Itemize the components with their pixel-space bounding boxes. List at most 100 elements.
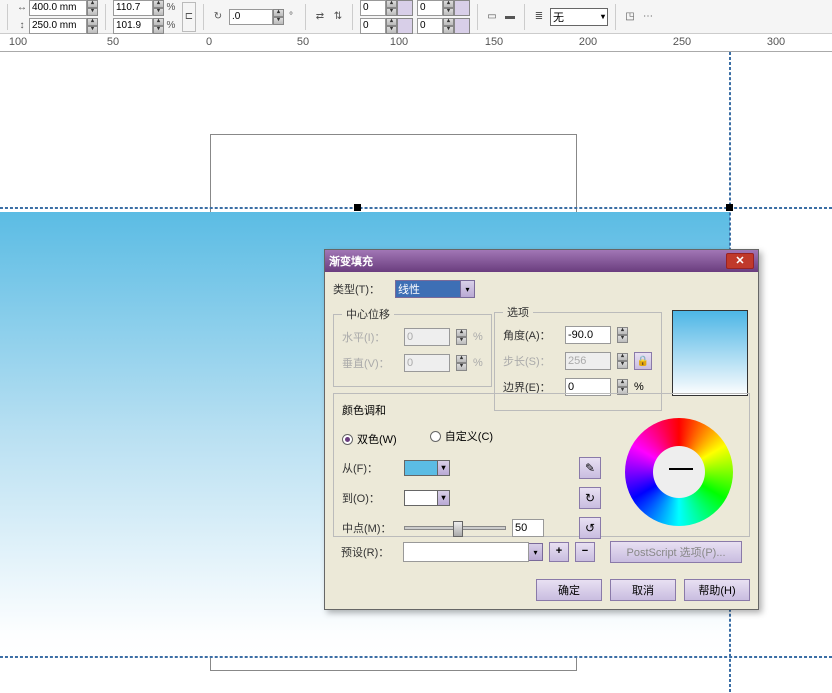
chevron-down-icon: ▾ — [438, 490, 450, 506]
width-field[interactable]: ↔ ▴▾ — [15, 0, 98, 16]
offset-b-input[interactable] — [360, 18, 386, 34]
size-group: ↔ ▴▾ ↕ ▴▾ — [15, 0, 98, 34]
dialog-titlebar[interactable]: 渐变填充 ✕ — [325, 250, 758, 272]
angle-spinner[interactable]: ▴▾ — [617, 327, 628, 343]
help-button[interactable]: 帮助(H) — [684, 579, 750, 601]
postscript-options-button[interactable]: PostScript 选项(P)... — [610, 541, 742, 563]
rotation-field[interactable]: ▴▾ ° — [229, 9, 298, 25]
height-spinner[interactable]: ▴▾ — [87, 18, 98, 34]
eyedropper-button[interactable]: ✎ — [579, 457, 601, 479]
center-offset-legend: 中心位移 — [342, 306, 394, 322]
radio-dot-icon — [430, 431, 441, 442]
type-row: 类型(T)： 线性 ▾ — [333, 280, 750, 298]
vert-spinner: ▴▾ — [456, 355, 467, 371]
from-label: 从(F)： — [342, 460, 398, 476]
dialog-body: 类型(T)： 线性 ▾ 中心位移 水平(I)： ▴▾ % 垂直(V)： ▴▾ %… — [325, 272, 758, 571]
corner-icon-d[interactable] — [454, 18, 470, 34]
step-input — [565, 352, 611, 370]
scaley-field[interactable]: ▴▾ % — [113, 18, 178, 34]
ruler-mark: 100 — [9, 36, 27, 48]
gradient-preview — [672, 310, 748, 396]
selection-handle[interactable] — [726, 204, 733, 211]
ruler-mark: 50 — [107, 36, 119, 48]
two-color-label: 双色(W) — [357, 431, 397, 447]
corner-icon-c[interactable] — [454, 0, 470, 16]
mirror-v-icon[interactable]: ⇅ — [331, 10, 345, 24]
chevron-down-icon: ▾ — [438, 460, 450, 476]
preset-value — [403, 542, 529, 562]
wrap-icon: ≣ — [532, 10, 546, 24]
percent-icon: % — [164, 1, 178, 15]
options-legend: 选项 — [503, 304, 533, 320]
rotation-spinner[interactable]: ▴▾ — [273, 9, 284, 25]
slider-thumb[interactable] — [453, 521, 463, 537]
to-front-icon[interactable]: ▭ — [485, 10, 499, 24]
mirror-h-icon[interactable]: ⇄ — [313, 10, 327, 24]
remove-preset-button[interactable]: − — [575, 542, 595, 562]
ruler-mark: 200 — [579, 36, 597, 48]
property-toolbar: ↔ ▴▾ ↕ ▴▾ ▴▾ % ▴▾ % ⊏ ↻ ▴▾ ° ⇄ ⇅ ▴▾ — [0, 0, 832, 34]
to-back-icon[interactable]: ▬ — [503, 10, 517, 24]
ruler-mark: 100 — [390, 36, 408, 48]
color-wheel[interactable] — [625, 418, 733, 526]
chevron-down-icon[interactable]: ▾ — [529, 543, 543, 561]
height-input[interactable] — [29, 18, 87, 34]
type-combo[interactable]: 线性 ▾ — [395, 280, 475, 298]
convert-icon[interactable]: ◳ — [623, 10, 637, 24]
scalex-spinner[interactable]: ▴▾ — [153, 0, 164, 16]
offset-ab: ▴▾ ▴▾ — [360, 0, 413, 34]
custom-label: 自定义(C) — [445, 428, 493, 444]
add-preset-button[interactable]: + — [549, 542, 569, 562]
to-swatch — [404, 490, 438, 506]
chevron-down-icon[interactable]: ▾ — [461, 280, 475, 298]
ok-button[interactable]: 确定 — [536, 579, 602, 601]
separator — [7, 4, 8, 30]
percent-icon: % — [164, 19, 178, 33]
height-field[interactable]: ↕ ▴▾ — [15, 18, 98, 34]
preset-combo[interactable]: ▾ — [403, 542, 543, 562]
scale-group: ▴▾ % ▴▾ % — [113, 0, 178, 34]
center-offset-group: 中心位移 水平(I)： ▴▾ % 垂直(V)： ▴▾ % — [333, 306, 492, 387]
horizontal-ruler: 100 50 0 50 100 150 200 250 300 — [0, 34, 832, 52]
selection-handle[interactable] — [354, 204, 361, 211]
path-ccw-button[interactable]: ↺ — [579, 517, 601, 539]
angle-input[interactable] — [565, 326, 611, 344]
preset-row: 预设(R)： ▾ + − PostScript 选项(P)... — [333, 537, 750, 563]
cancel-button[interactable]: 取消 — [610, 579, 676, 601]
rotation-input[interactable] — [229, 9, 273, 25]
corner-icon-b[interactable] — [397, 18, 413, 34]
lock-ratio-icon[interactable]: ⊏ — [182, 2, 196, 32]
offset-a-input[interactable] — [360, 0, 386, 16]
two-color-radio[interactable]: 双色(W) — [342, 431, 397, 447]
ruler-mark: 300 — [767, 36, 785, 48]
separator — [305, 4, 306, 30]
scalex-input[interactable] — [113, 0, 153, 16]
width-input[interactable] — [29, 0, 87, 16]
extra-icon[interactable]: ⋯ — [641, 10, 655, 24]
offset-cd: ▴▾ ▴▾ — [417, 0, 470, 34]
width-spinner[interactable]: ▴▾ — [87, 0, 98, 16]
to-color-picker[interactable]: ▾ — [404, 490, 450, 506]
path-cw-button[interactable]: ↻ — [579, 487, 601, 509]
close-button[interactable]: ✕ — [726, 253, 754, 269]
corner-icon-a[interactable] — [397, 0, 413, 16]
type-label: 类型(T)： — [333, 281, 389, 297]
preset-label: 预设(R)： — [341, 544, 397, 560]
height-icon: ↕ — [15, 19, 29, 33]
scaley-spinner[interactable]: ▴▾ — [153, 18, 164, 34]
radio-dot-on-icon — [342, 434, 353, 445]
midpoint-input[interactable] — [512, 519, 544, 537]
lock-icon[interactable]: 🔒 — [634, 352, 652, 370]
custom-radio[interactable]: 自定义(C) — [430, 428, 493, 444]
midpoint-slider[interactable] — [404, 526, 506, 530]
angle-label: 角度(A)： — [503, 327, 559, 343]
offset-d-input[interactable] — [417, 18, 443, 34]
wrap-value: 无 — [553, 9, 564, 25]
from-color-picker[interactable]: ▾ — [404, 460, 450, 476]
wrap-select[interactable]: 无▾ — [550, 8, 608, 26]
scalex-field[interactable]: ▴▾ % — [113, 0, 178, 16]
scaley-input[interactable] — [113, 18, 153, 34]
step-spinner: ▴▾ — [617, 353, 628, 369]
offset-c-input[interactable] — [417, 0, 443, 16]
from-swatch — [404, 460, 438, 476]
